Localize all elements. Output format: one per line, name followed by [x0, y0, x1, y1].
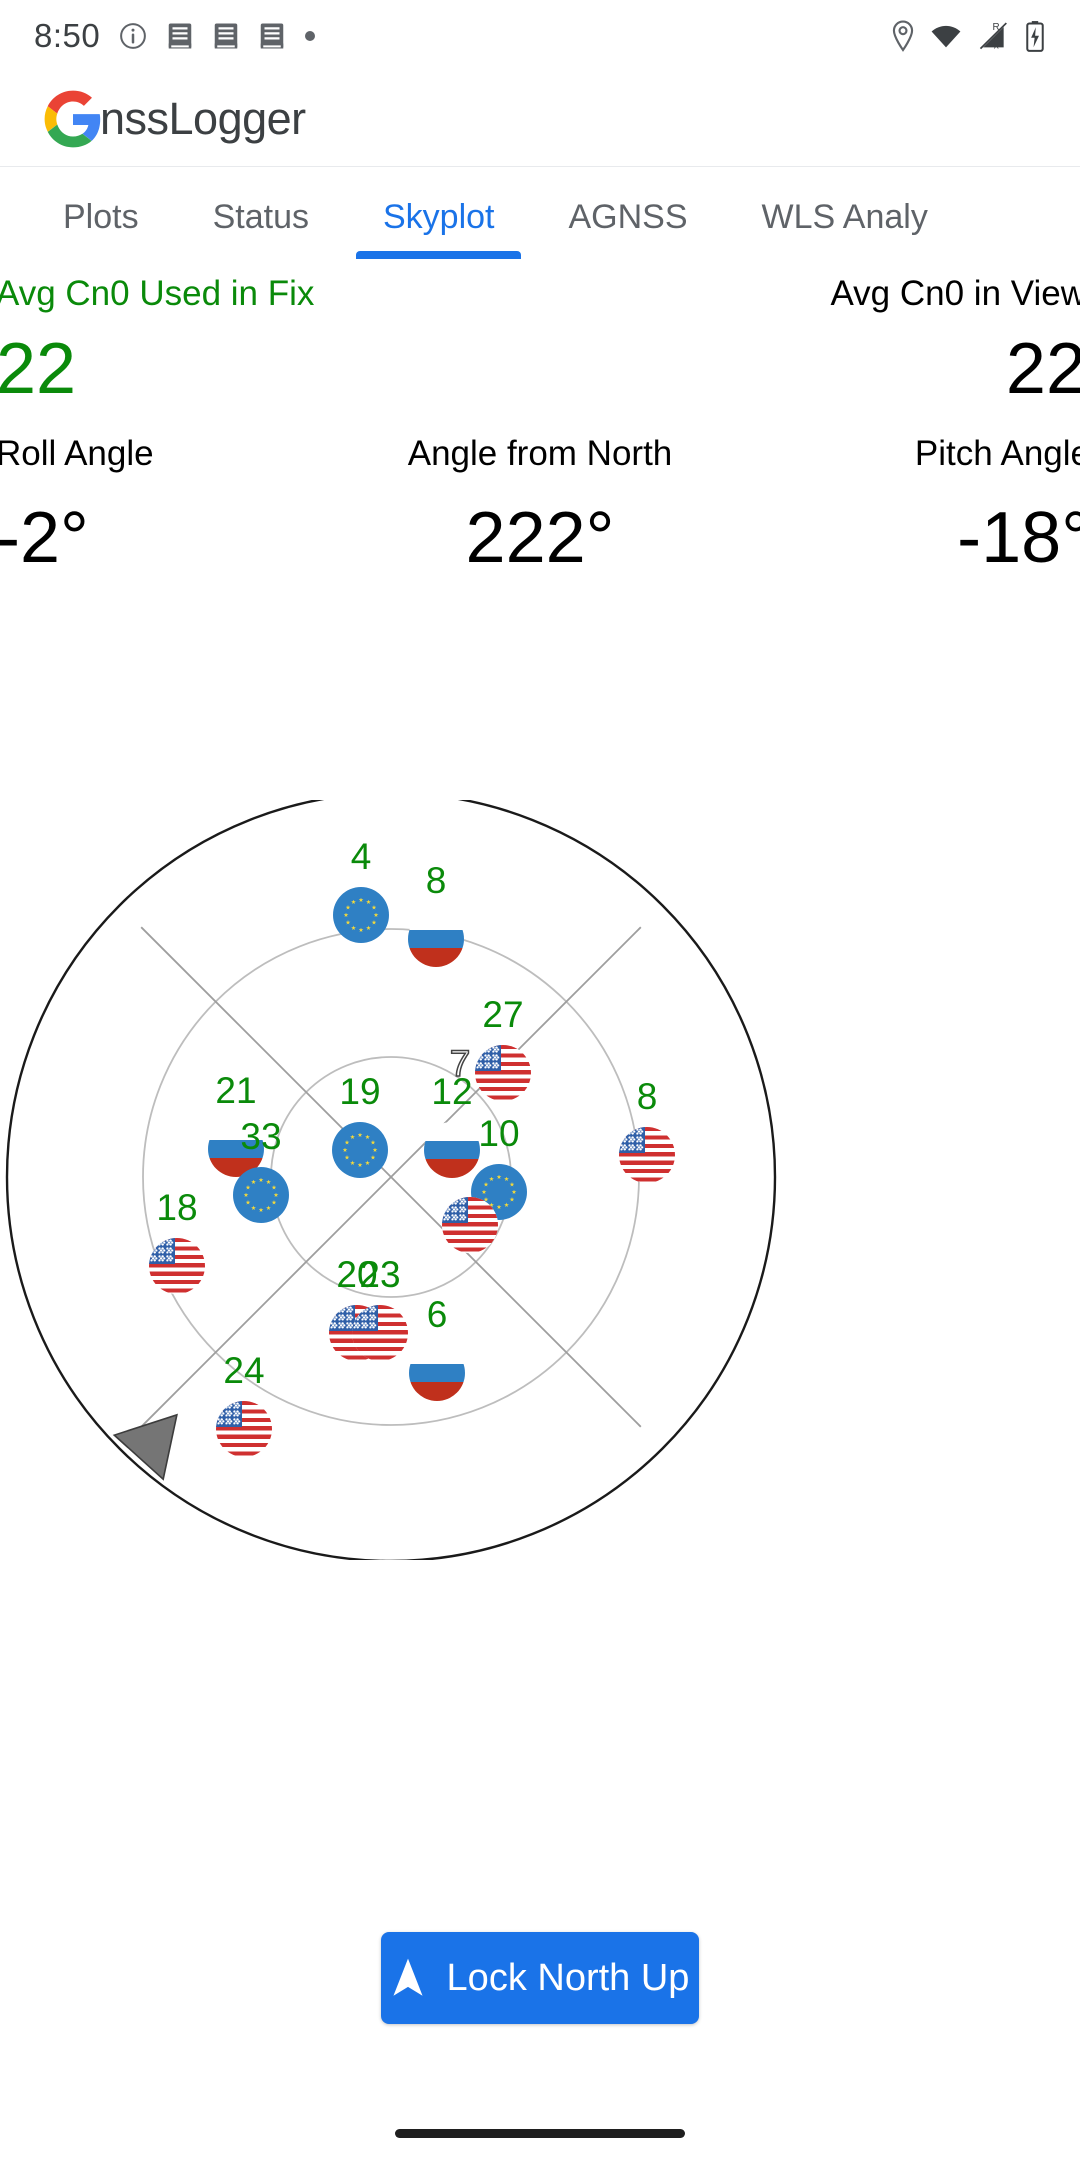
- satellite-label-8: 8: [636, 1076, 658, 1117]
- cn0-used-in-fix-label: Avg Cn0 Used in Fix: [0, 274, 315, 313]
- wifi-icon: [930, 22, 962, 50]
- angle-from-north: Angle from North 222°: [408, 432, 673, 582]
- satellite-label-10: 10: [478, 1113, 520, 1154]
- angle-from-north-label: Angle from North: [407, 434, 673, 473]
- satellite-flag-glonass-icon: [409, 1345, 465, 1401]
- satellite-label-12: 12: [431, 1071, 473, 1112]
- location-icon: [890, 20, 916, 52]
- satellite-label-21: 21: [215, 1070, 257, 1111]
- satellite-flag-gps-icon: [619, 1127, 675, 1183]
- cn0-stats-row: Avg Cn0 Used in Fix 22 Avg Cn0 in View 2…: [0, 267, 1080, 432]
- tab-status[interactable]: Status: [176, 167, 346, 267]
- satellite-flag-gps-icon: [352, 1305, 408, 1361]
- notification-icon: [212, 21, 240, 51]
- skyplot-canvas: [5, 800, 777, 1560]
- system-navigation-pill[interactable]: [395, 2129, 685, 2138]
- angle-from-north-value: 222°: [465, 498, 615, 578]
- tab-agnss[interactable]: AGNSS: [531, 167, 724, 267]
- roll-angle-label: Roll Angle: [0, 434, 154, 473]
- satellite-label-27: 27: [482, 994, 524, 1035]
- status-bar: 8:50 R x: [0, 0, 1080, 72]
- satellite-label-19: 19: [339, 1071, 381, 1112]
- cn0-in-view-label: Avg Cn0 in View: [830, 274, 1080, 313]
- dot-icon: [304, 30, 316, 42]
- cn0-in-view-value: 22: [1005, 329, 1080, 409]
- app-title: nssLogger: [100, 93, 306, 144]
- roll-angle: Roll Angle -2°: [0, 432, 154, 582]
- satellite-flag-gps-icon: [216, 1401, 272, 1457]
- angle-stats-row: Roll Angle -2° Angle from North 222° Pit…: [0, 432, 1080, 602]
- status-bar-clock: 8:50: [34, 17, 101, 54]
- status-bar-right: R x: [890, 20, 1046, 52]
- satellite-label-24: 24: [223, 1350, 265, 1391]
- satellite-label-6: 6: [426, 1294, 448, 1335]
- mobile-signal-roaming-off-icon: R x: [976, 20, 1010, 52]
- notification-icon: [258, 21, 286, 51]
- satellite-label-8: 8: [425, 860, 447, 901]
- tab-plots[interactable]: Plots: [26, 167, 176, 267]
- pitch-angle: Pitch Angle -18°: [915, 432, 1080, 582]
- skyplot[interactable]: 4 8 27 7 21 33 19 12 10 8 18 20 23 6 24: [0, 800, 1080, 1560]
- cn0-used-in-fix-value: 22: [0, 329, 77, 409]
- satellite-flag-galileo-icon: [333, 887, 389, 943]
- lock-north-up-label: Lock North Up: [446, 1956, 690, 1999]
- status-bar-left: 8:50: [34, 17, 316, 55]
- satellite-label-23: 23: [359, 1254, 401, 1295]
- pitch-angle-value: -18°: [957, 498, 1080, 578]
- roll-angle-value: -2°: [0, 498, 89, 578]
- tab-bar[interactable]: Plots Status Skyplot AGNSS WLS Analy: [0, 167, 1080, 267]
- battery-charging-icon: [1024, 20, 1046, 52]
- satellite-flag-gps-icon: [149, 1238, 205, 1294]
- satellite-label-4: 4: [350, 836, 372, 877]
- satellite-flag-galileo-icon: [332, 1122, 388, 1178]
- satellite-flag-galileo-icon: [233, 1167, 289, 1223]
- app-bar: nssLogger: [0, 72, 1080, 167]
- info-icon: [118, 21, 148, 51]
- app-brand: nssLogger: [44, 90, 306, 148]
- notification-icon: [166, 21, 194, 51]
- satellite-flag-gps-icon: [475, 1045, 531, 1101]
- satellite-flag-glonass-icon: [408, 911, 464, 967]
- lock-north-up-button[interactable]: Lock North Up: [381, 1932, 699, 2024]
- tab-skyplot[interactable]: Skyplot: [346, 167, 532, 267]
- svg-text:x: x: [994, 41, 999, 52]
- satellite-flag-gps-icon: [442, 1197, 498, 1253]
- satellite-label-18: 18: [156, 1187, 198, 1228]
- cn0-in-view: Avg Cn0 in View 22: [830, 273, 1080, 409]
- north-arrow-icon: [391, 1957, 425, 1999]
- google-g-logo-icon: [44, 90, 102, 148]
- cn0-used-in-fix: Avg Cn0 Used in Fix 22: [0, 273, 314, 409]
- svg-text:R: R: [992, 22, 999, 33]
- pitch-angle-label: Pitch Angle: [914, 434, 1080, 473]
- satellite-label-33: 33: [240, 1116, 282, 1157]
- tab-wls-analysis[interactable]: WLS Analy: [725, 167, 965, 267]
